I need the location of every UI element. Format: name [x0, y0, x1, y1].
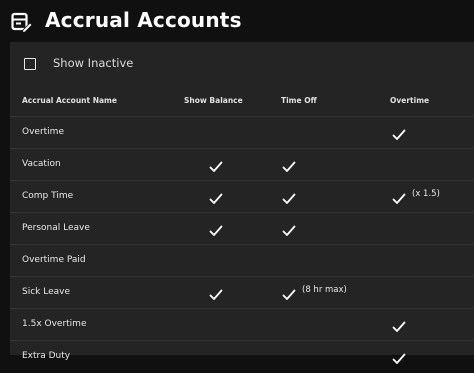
- table-row[interactable]: Overtime: [10, 116, 474, 149]
- column-header-show-balance[interactable]: Show Balance: [184, 96, 243, 105]
- table-row[interactable]: Comp Time (x 1.5): [10, 180, 474, 213]
- show-balance-check-icon: [209, 158, 223, 172]
- show-balance-check-icon: [209, 190, 223, 204]
- overtime-note: (x 1.5): [412, 189, 440, 199]
- account-name: 1.5x Overtime: [22, 319, 87, 329]
- account-name: Sick Leave: [22, 287, 71, 297]
- account-name: Overtime: [22, 127, 64, 137]
- time-off-check-icon: [282, 158, 296, 172]
- table-row[interactable]: 1.5x Overtime: [10, 308, 474, 341]
- time-off-check-icon: [282, 222, 296, 236]
- table-row[interactable]: Extra Duty: [10, 340, 474, 373]
- time-off-check-icon: [282, 190, 296, 204]
- time-off-check-icon: [282, 286, 296, 300]
- column-header-overtime[interactable]: Overtime: [390, 96, 429, 105]
- page-title: Accrual Accounts: [45, 8, 242, 32]
- overtime-check-icon: [392, 190, 406, 204]
- column-header-time-off[interactable]: Time Off: [281, 96, 317, 105]
- table-row[interactable]: Personal Leave: [10, 212, 474, 245]
- show-inactive-label[interactable]: Show Inactive: [53, 56, 133, 70]
- table-row[interactable]: Vacation: [10, 148, 474, 181]
- page-header: Accrual Accounts: [0, 0, 474, 42]
- overtime-check-icon: [392, 126, 406, 140]
- show-inactive-checkbox[interactable]: [24, 58, 36, 70]
- column-header-name[interactable]: Accrual Account Name: [22, 96, 117, 105]
- account-name: Vacation: [22, 159, 61, 169]
- time-off-note: (8 hr max): [302, 285, 347, 295]
- show-balance-check-icon: [209, 222, 223, 236]
- overtime-check-icon: [392, 318, 406, 332]
- account-name: Overtime Paid: [22, 255, 86, 265]
- account-name: Personal Leave: [22, 223, 90, 233]
- accounts-edit-icon: [11, 12, 33, 34]
- show-balance-check-icon: [209, 286, 223, 300]
- overtime-check-icon: [392, 350, 406, 364]
- account-name: Extra Duty: [22, 351, 71, 361]
- table-row[interactable]: Overtime Paid: [10, 244, 474, 277]
- table-row[interactable]: Sick Leave (8 hr max): [10, 276, 474, 309]
- account-name: Comp Time: [22, 191, 74, 201]
